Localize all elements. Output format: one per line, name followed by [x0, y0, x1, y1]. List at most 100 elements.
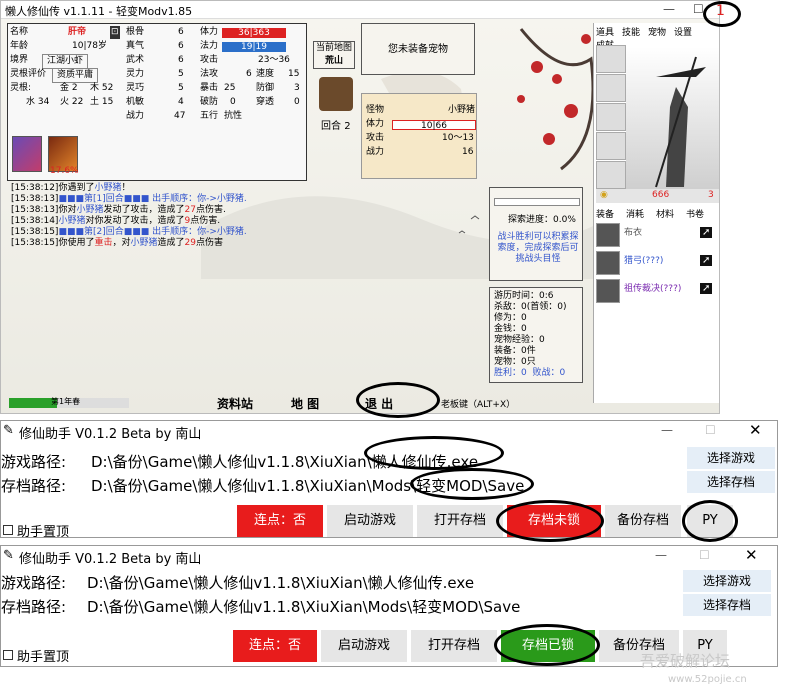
equip-item-icon[interactable]	[596, 279, 620, 303]
root-value: 资质平庸	[52, 68, 99, 83]
maximize-button[interactable]: ☐	[705, 423, 716, 437]
atk-value: 23～36	[258, 55, 290, 65]
annotation-oval	[682, 500, 738, 542]
log-line: [15:38:12]你遇到了小野猪！	[11, 183, 481, 194]
open-save-button[interactable]: 打开存档	[411, 630, 497, 662]
equip-item-name[interactable]: 祖传裁决(???)	[624, 281, 681, 294]
use-icon[interactable]: ➚	[700, 283, 713, 294]
enemy-power-label: 战力	[366, 147, 385, 157]
summary-line: 游历时间：0:6	[494, 291, 554, 301]
roots-label: 灵根:	[10, 83, 32, 93]
select-game-button[interactable]: 选择游戏	[687, 447, 775, 469]
bottom-button-1[interactable]: 地 图	[291, 395, 319, 412]
select-save-button[interactable]: 选择存档	[683, 594, 771, 616]
equip-tab-1[interactable]: 消耗	[626, 207, 644, 220]
travel-summary: 游历时间：0:6 杀敌：0(首领：0) 修为：0 金钱：0 宠物经验：0 装备：0件 宠物：…	[489, 287, 583, 383]
helper-icon: ✎	[3, 423, 14, 438]
tab-3[interactable]: 设置	[674, 25, 692, 38]
monster-value: 小野猪	[448, 105, 476, 115]
character-stats-panel: 名称 肝帝 ⊡ 根骨 6 体力 36|363 年龄 10|78岁 真气 6 法力…	[7, 23, 307, 181]
topmost-checkbox[interactable]	[3, 525, 13, 535]
tab-2[interactable]: 宠物	[648, 25, 666, 38]
season-bar: 第1年春	[9, 397, 129, 408]
equip-tab-3[interactable]: 书卷	[686, 207, 704, 220]
realm-label: 境界	[10, 55, 29, 65]
log-text: 29	[184, 238, 196, 248]
log-text: 对你发动了攻击，造成了	[85, 216, 185, 226]
annotation-oval	[410, 468, 534, 500]
pet-panel[interactable]: 您未装备宠物	[361, 23, 475, 75]
zhanli-value: 47	[174, 111, 186, 121]
bottom-button-0[interactable]: 资料站	[217, 395, 253, 412]
gold-bar: ◉ 666 3	[596, 189, 719, 203]
open-save-button[interactable]: 打开存档	[417, 505, 503, 537]
autoclick-button[interactable]: 连点：否	[233, 630, 317, 662]
enemy-atk-value: 10～13	[442, 133, 474, 143]
crit-label: 暴击	[200, 83, 219, 93]
item-slot[interactable]	[596, 103, 626, 131]
equip-tab-0[interactable]: 装备	[596, 207, 614, 220]
maximize-button[interactable]: ☐	[699, 548, 710, 562]
bone-value: 6	[178, 27, 184, 37]
character-art	[626, 47, 719, 197]
explore-hint: 战斗胜利可以积累探 索度，完成探索后可 挑战头目怪	[496, 232, 580, 265]
equip-item-name[interactable]: 布衣	[624, 225, 642, 238]
age-label: 年龄	[10, 41, 29, 51]
minimize-button[interactable]: —	[655, 548, 667, 562]
enemy-power-value: 16	[462, 147, 474, 157]
topmost-label: 助手置顶	[17, 650, 70, 665]
lingqiao-value: 5	[178, 83, 184, 93]
close-button[interactable]: ✕	[749, 421, 762, 439]
log-text: 点伤害.	[195, 205, 226, 215]
explore-hint-line: 索度，完成探索后可	[497, 243, 579, 253]
age-value: 10|78岁	[72, 41, 107, 51]
select-save-button[interactable]: 选择存档	[687, 471, 775, 493]
mp-label: 法力	[200, 41, 219, 51]
select-game-button[interactable]: 选择游戏	[683, 570, 771, 592]
tab-1[interactable]: 技能	[622, 25, 640, 38]
name-value: 肝帝	[68, 27, 87, 37]
bone-label: 根骨	[126, 27, 145, 37]
log-text: 小野猪	[58, 216, 86, 226]
log-line: [15:38:14]小野猪对你发动了攻击，造成了9点伤害.	[11, 216, 481, 227]
log-timestamp: [15:38:14]	[11, 216, 59, 226]
crit-value: 25	[224, 83, 236, 93]
autoclick-button[interactable]: 连点：否	[237, 505, 323, 537]
tab-0[interactable]: 道具	[596, 25, 614, 38]
hp-value: 36|363	[238, 28, 270, 38]
item-slot[interactable]	[596, 45, 626, 73]
fd-value: 6	[246, 69, 252, 79]
equip-item-icon[interactable]	[596, 251, 620, 275]
minimize-button[interactable]: —	[661, 423, 673, 437]
name-label: 名称	[10, 27, 29, 37]
speed-label: 速度	[256, 69, 275, 79]
use-icon[interactable]: ➚	[700, 255, 713, 266]
log-text: 小野猪	[130, 238, 158, 248]
item-slot[interactable]	[596, 132, 626, 160]
item-slot[interactable]	[596, 161, 626, 189]
item-slot[interactable]	[596, 74, 626, 102]
log-timestamp: [15:38:15]	[11, 227, 59, 237]
map-panel[interactable]: 当前地图 荒山	[313, 41, 355, 69]
summary-line: 装备：0件	[494, 346, 536, 356]
start-game-button[interactable]: 启动游戏	[327, 505, 413, 537]
season-fill	[9, 398, 57, 408]
log-line: [15:38:13]■■■第[1]回合■■■ 出手顺序：你->小野猪.	[11, 194, 481, 205]
minimize-button[interactable]: —	[663, 2, 675, 16]
use-icon[interactable]: ➚	[700, 227, 713, 238]
skill-portrait-1[interactable]	[12, 136, 42, 172]
map-value: 荒山	[324, 56, 343, 66]
root-label: 灵根评价	[10, 69, 47, 79]
log-line: [15:38:15]■■■第[2]回合■■■ 出手顺序：你->小野猪.	[11, 227, 481, 238]
def-value: 3	[294, 83, 300, 93]
close-button[interactable]: ✕	[745, 546, 758, 564]
backup-save-button[interactable]: 备份存档	[605, 505, 681, 537]
equip-item-name[interactable]: 猎弓(???)	[624, 253, 663, 266]
equip-tab-2[interactable]: 材料	[656, 207, 674, 220]
helper-window-unlocked: ✎ 修仙助手 V0.1.2 Beta by 南山 — ☐ ✕ 游戏路径: D:\…	[0, 420, 778, 540]
equip-item-icon[interactable]	[596, 223, 620, 247]
helper-title: 修仙助手 V0.1.2 Beta by 南山	[19, 552, 202, 567]
start-game-button[interactable]: 启动游戏	[321, 630, 407, 662]
topmost-checkbox[interactable]	[3, 650, 13, 660]
annotation-oval	[356, 382, 440, 418]
